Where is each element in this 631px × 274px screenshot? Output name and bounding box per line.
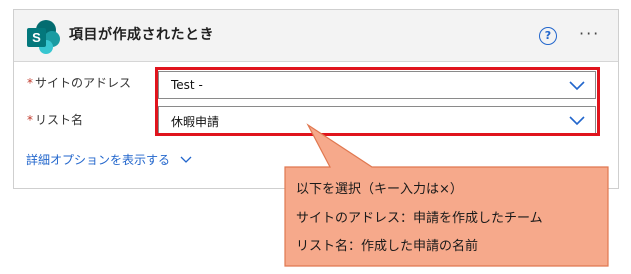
site-address-label-text: サイトのアドレス [35,76,132,90]
callout-line-1: 以下を選択（キー入力は×） [296,182,463,197]
trigger-card: S 項目が作成されたとき ? ··· * サイトのアドレス Test - * リスト… [13,9,619,189]
required-mark: * [27,76,33,90]
chevron-down-icon[interactable] [180,155,192,164]
callout-line-3: リスト名：作成した申請の名前 [296,239,479,254]
list-name-label: * リスト名 [27,111,83,128]
sharepoint-logo-icon: S [27,20,60,54]
more-icon[interactable]: ··· [579,24,600,43]
list-name-label-text: リスト名 [35,113,84,127]
card-header[interactable]: S 項目が作成されたとき ? ··· [14,10,618,62]
callout-line-2: サイトのアドレス：申請を作成したチーム [296,211,543,226]
help-icon[interactable]: ? [539,27,557,45]
site-address-label: * サイトのアドレス [27,74,131,91]
required-mark: * [27,113,33,127]
show-advanced-options-link[interactable]: 詳細オプションを表示する [26,151,170,168]
highlight-box [155,67,600,136]
card-title: 項目が作成されたとき [69,27,214,43]
logo-letter: S [32,30,41,45]
